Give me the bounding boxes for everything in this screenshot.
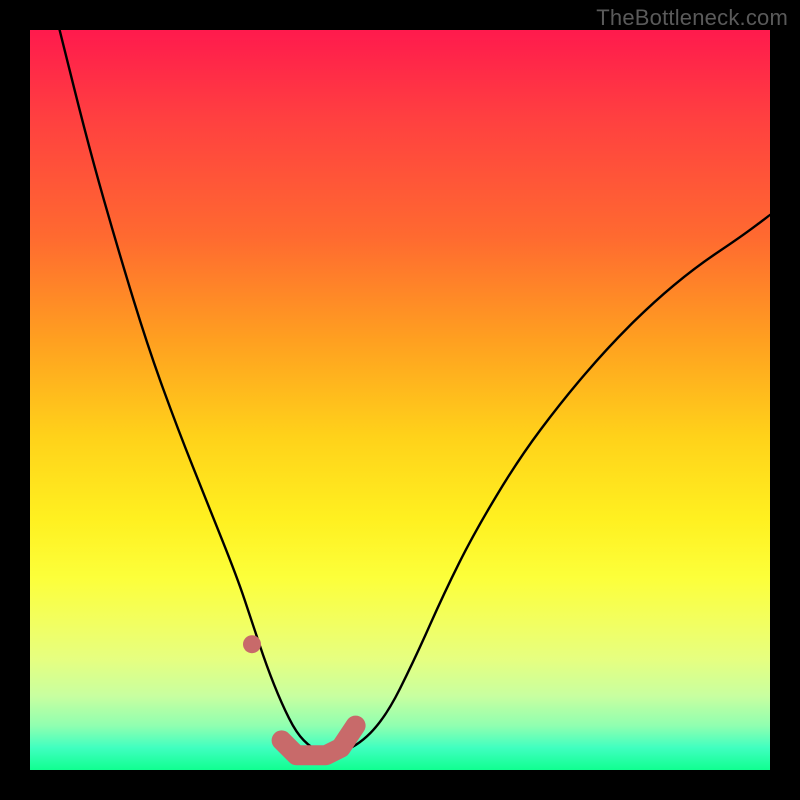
chart-svg — [30, 30, 770, 770]
marker-layer — [243, 635, 356, 755]
plot-area — [30, 30, 770, 770]
curve-layer — [60, 30, 770, 753]
bottleneck-curve — [60, 30, 770, 753]
watermark-text: TheBottleneck.com — [596, 5, 788, 31]
marker-dot — [243, 635, 261, 653]
chart-frame: TheBottleneck.com — [0, 0, 800, 800]
marker-valley — [282, 726, 356, 756]
